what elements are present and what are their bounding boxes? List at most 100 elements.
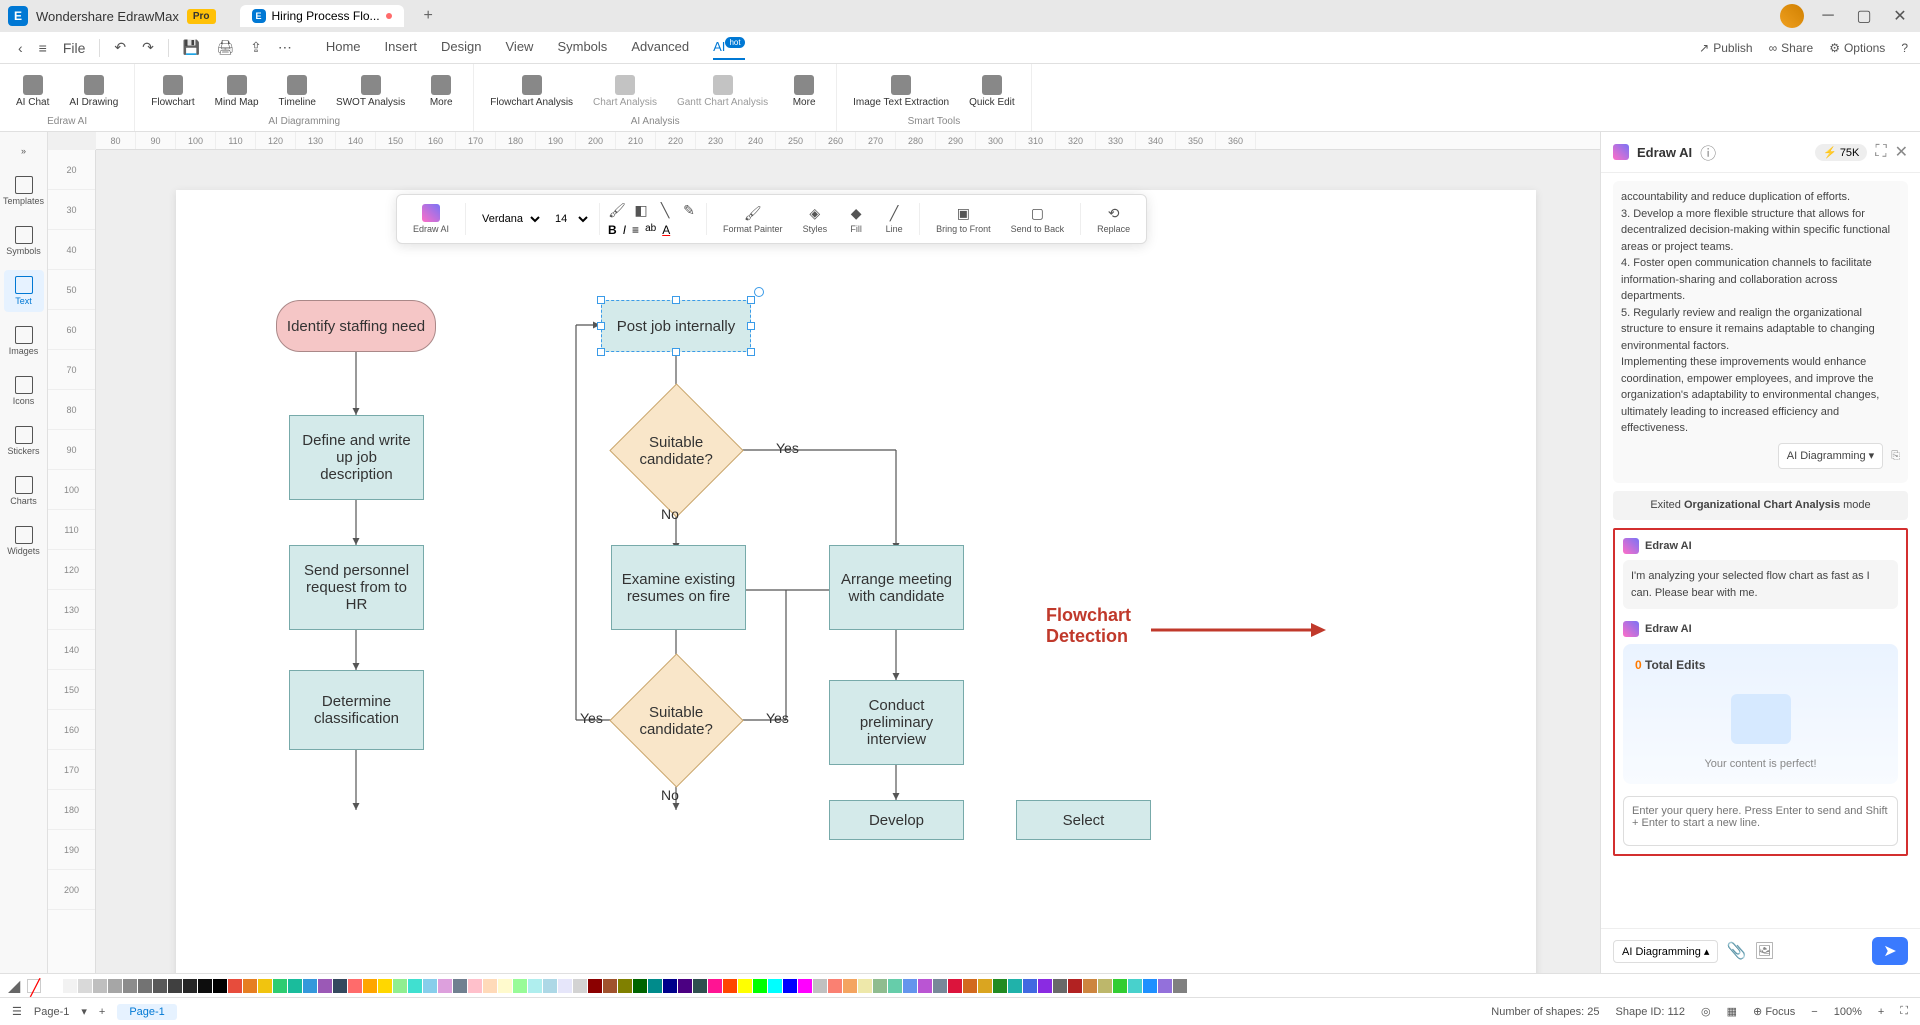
quick-edit-button[interactable]: Quick Edit [961,73,1023,110]
color-swatch[interactable] [333,979,347,993]
shape-define-job[interactable]: Define and write up job description [289,415,424,500]
color-swatch[interactable] [93,979,107,993]
color-swatch[interactable] [1113,979,1127,993]
color-swatch[interactable] [1098,979,1112,993]
color-swatch[interactable] [843,979,857,993]
color-swatch[interactable] [858,979,872,993]
color-icon[interactable]: ◧ [632,201,650,219]
color-swatch[interactable] [813,979,827,993]
sidebar-images[interactable]: Images [4,320,44,362]
color-swatch[interactable] [948,979,962,993]
color-swatch[interactable] [288,979,302,993]
resize-handle-ne[interactable] [747,296,755,304]
flowchart-button[interactable]: Flowchart [143,73,202,110]
image-icon[interactable]: 🖼 [1754,941,1774,961]
line-button[interactable]: ╱Line [877,202,911,236]
chart-analysis-button[interactable]: Chart Analysis [585,73,665,110]
color-swatch[interactable] [978,979,992,993]
more-analysis-button[interactable]: More [780,73,828,110]
replace-button[interactable]: ⟲Replace [1089,202,1138,236]
resize-handle-sw[interactable] [597,348,605,356]
back-button[interactable]: ‹ [12,36,29,60]
resize-handle-se[interactable] [747,348,755,356]
info-icon[interactable]: ⓘ [1700,140,1716,164]
color-swatch[interactable] [183,979,197,993]
size-select[interactable]: 14 [547,210,591,228]
color-swatch[interactable] [108,979,122,993]
resize-handle-s[interactable] [672,348,680,356]
rotate-handle[interactable] [754,287,764,297]
zoom-in-button[interactable]: + [1878,1006,1884,1018]
expand-sidebar-button[interactable]: » [4,140,44,162]
sidebar-widgets[interactable]: Widgets [4,520,44,562]
menu-icon[interactable]: ≡ [33,36,53,60]
color-swatch[interactable] [528,979,542,993]
sidebar-icons[interactable]: Icons [4,370,44,412]
copy-icon[interactable]: ⎘ [1891,448,1900,465]
export-button[interactable]: ⇪ [244,35,268,60]
color-swatch[interactable] [1038,979,1052,993]
close-button[interactable]: ✕ [1888,4,1912,28]
color-swatch[interactable] [273,979,287,993]
color-swatch[interactable] [168,979,182,993]
sidebar-templates[interactable]: Templates [4,170,44,212]
color-swatch[interactable] [903,979,917,993]
tab-advanced[interactable]: Advanced [631,35,689,60]
send-back-button[interactable]: ▢Send to Back [1003,202,1073,236]
shape-classification[interactable]: Determine classification [289,670,424,750]
ai-drawing-button[interactable]: AI Drawing [61,73,126,110]
color-swatch[interactable] [933,979,947,993]
page-list-icon[interactable]: ☰ [12,1005,22,1018]
color-swatch[interactable] [1008,979,1022,993]
minimize-button[interactable]: ─ [1816,4,1840,28]
color-swatch[interactable] [1173,979,1187,993]
color-swatch[interactable] [618,979,632,993]
color-swatch[interactable] [603,979,617,993]
maximize-button[interactable]: ▢ [1852,4,1876,28]
paint-icon[interactable]: 🖌 [608,201,626,219]
bring-front-button[interactable]: ▣Bring to Front [928,202,999,236]
color-swatch[interactable] [48,979,62,993]
italic-button[interactable]: I [623,223,626,237]
color-swatch[interactable] [498,979,512,993]
color-swatch[interactable] [678,979,692,993]
share-button[interactable]: ∞ Share [1769,41,1814,55]
color-swatch[interactable] [573,979,587,993]
eyedropper-icon[interactable]: ◢ [8,976,20,996]
color-swatch[interactable] [1023,979,1037,993]
fill-button[interactable]: ◆Fill [839,202,873,236]
file-menu[interactable]: File [57,36,92,60]
color-swatch[interactable] [768,979,782,993]
color-swatch[interactable] [408,979,422,993]
sidebar-symbols[interactable]: Symbols [4,220,44,262]
page-dropdown[interactable]: ▾ [81,1005,87,1018]
color-swatch[interactable] [513,979,527,993]
color-swatch[interactable] [1158,979,1172,993]
add-page-button[interactable]: + [99,1006,105,1018]
mode-dropdown[interactable]: AI Diagramming ▾ [1778,443,1883,470]
page-tab-active[interactable]: Page-1 [117,1004,176,1020]
grid-icon[interactable]: ▦ [1727,1005,1737,1018]
more-diag-button[interactable]: More [417,73,465,110]
color-swatch[interactable] [228,979,242,993]
color-swatch[interactable] [1053,979,1067,993]
font-select[interactable]: Verdana [474,210,543,228]
color-swatch[interactable] [708,979,722,993]
image-text-button[interactable]: Image Text Extraction [845,73,957,110]
color-swatch[interactable] [963,979,977,993]
user-avatar[interactable] [1780,4,1804,28]
close-panel-icon[interactable]: ✕ [1895,142,1908,162]
fit-icon[interactable]: ⛶ [1900,1005,1908,1018]
flowchart-analysis-button[interactable]: Flowchart Analysis [482,73,581,110]
resize-handle-w[interactable] [597,322,605,330]
color-swatch[interactable] [468,979,482,993]
color-swatch[interactable] [63,979,77,993]
mindmap-button[interactable]: Mind Map [207,73,267,110]
shape-examine-resumes[interactable]: Examine existing resumes on fire [611,545,746,630]
color-swatch[interactable] [393,979,407,993]
tab-view[interactable]: View [506,35,534,60]
redo-button[interactable]: ↷ [136,35,160,60]
color-swatch[interactable] [558,979,572,993]
color-swatch[interactable] [663,979,677,993]
color-swatch[interactable] [213,979,227,993]
